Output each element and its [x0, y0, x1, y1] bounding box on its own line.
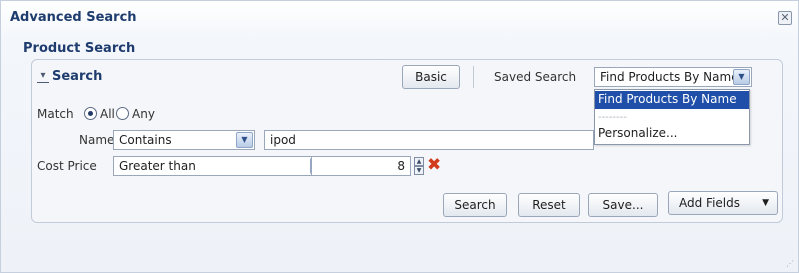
spinner-up-icon[interactable]: ▲: [414, 157, 424, 166]
match-all-label: All: [100, 107, 115, 121]
menu-item-personalize[interactable]: Personalize...: [595, 125, 749, 143]
dropdown-arrow-icon[interactable]: ▼: [733, 69, 750, 85]
spinner-down-icon[interactable]: ▼: [414, 166, 424, 175]
cost-value-spinner[interactable]: ▲ ▼: [414, 157, 424, 175]
criteria-label-cost-price: Cost Price: [37, 159, 97, 173]
reset-button[interactable]: Reset: [518, 193, 580, 217]
menu-separator: --------: [598, 112, 627, 123]
section-title: Product Search: [23, 41, 136, 56]
close-icon[interactable]: ✕: [778, 11, 792, 25]
resize-grip-icon[interactable]: ⋰: [786, 259, 794, 268]
cost-operator-select[interactable]: Greater than ▼: [113, 156, 329, 176]
saved-search-value: Find Products By Name: [600, 70, 739, 84]
chevron-down-icon: ▼: [762, 198, 769, 208]
name-operator-value: Contains: [119, 133, 172, 147]
panel-title: Search: [52, 69, 103, 84]
remove-criteria-icon[interactable]: ✖: [427, 157, 441, 174]
search-button[interactable]: Search: [443, 193, 507, 217]
saved-search-label: Saved Search: [494, 70, 577, 84]
criteria-label-name: Name: [79, 133, 115, 147]
toolbar-divider: [473, 66, 474, 88]
chevron-down-icon[interactable]: ▾: [37, 71, 49, 83]
dropdown-arrow-icon[interactable]: ▼: [236, 132, 253, 148]
cost-operator-value: Greater than: [119, 159, 196, 173]
menu-item-find-products-by-name[interactable]: Find Products By Name: [595, 91, 749, 109]
saved-search-menu: Find Products By Name -------- Personali…: [594, 89, 750, 145]
add-fields-button[interactable]: Add Fields ▼: [668, 191, 778, 215]
save-button[interactable]: Save...: [588, 193, 658, 217]
match-all-radio[interactable]: [84, 107, 97, 120]
advanced-search-dialog: Advanced Search ✕ Product Search ▾ Searc…: [0, 0, 799, 273]
add-fields-label: Add Fields: [679, 196, 740, 210]
basic-button[interactable]: Basic: [402, 65, 460, 89]
dialog-title: Advanced Search: [10, 10, 137, 25]
name-operator-select[interactable]: Contains ▼: [113, 130, 255, 150]
match-any-label: Any: [132, 107, 155, 121]
name-value-input[interactable]: ipod: [264, 130, 594, 150]
cost-value-input[interactable]: 8: [311, 156, 411, 176]
saved-search-select[interactable]: Find Products By Name ▼: [594, 67, 752, 87]
match-any-radio[interactable]: [116, 107, 129, 120]
match-label: Match: [37, 107, 74, 121]
